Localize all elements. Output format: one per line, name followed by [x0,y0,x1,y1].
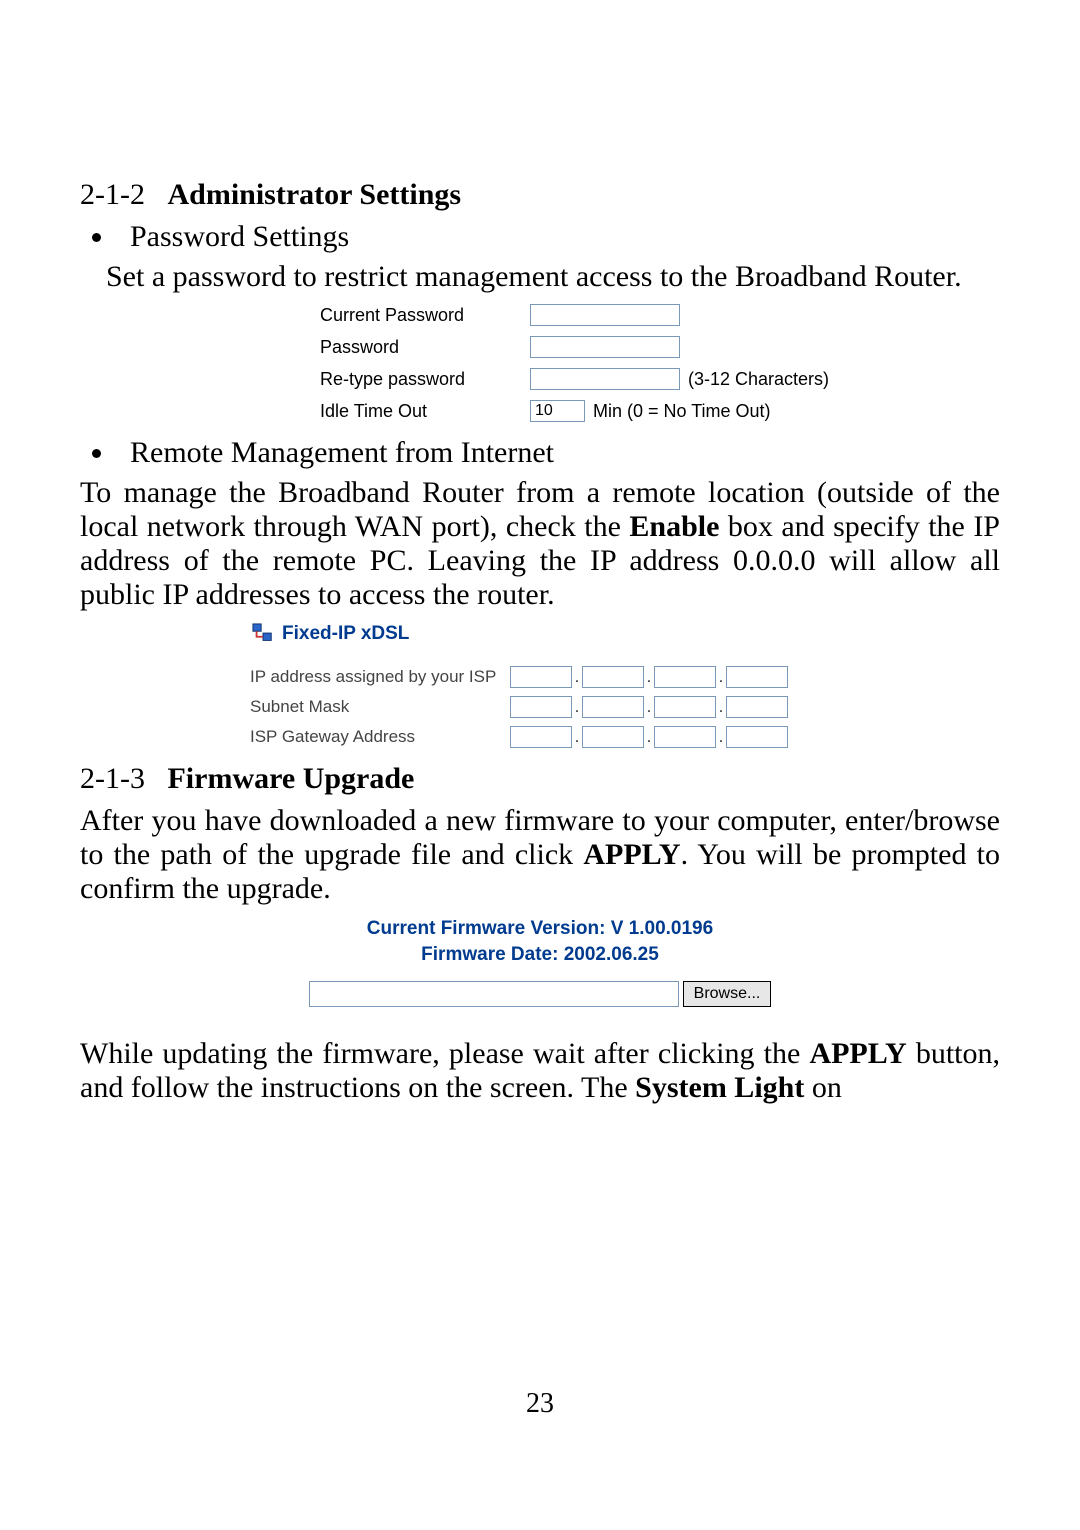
page: 2-1-2 Administrator Settings Password Se… [0,0,1080,1105]
retype-password-input[interactable] [530,368,680,390]
section-heading-firmware: 2-1-3 Firmware Upgrade [80,762,1000,796]
screenshot-password-settings: Current Password Password Re-type passwo… [320,304,920,422]
bullet-list: Password Settings [80,220,1000,254]
subnet-mask-input[interactable]: ... [510,696,788,718]
bullet-password-settings: Password Settings [116,220,1000,254]
paragraph: Set a password to restrict management ac… [106,260,1000,294]
page-number: 23 [0,1388,1080,1420]
label-idle-timeout: Idle Time Out [320,401,530,422]
label-current-password: Current Password [320,305,530,326]
section-title: Firmware Upgrade [167,762,414,795]
ip-assigned-input[interactable]: ... [510,666,788,688]
paragraph: After you have downloaded a new firmware… [80,804,1000,906]
idle-timeout-hint: Min (0 = No Time Out) [593,401,771,422]
section-title: Administrator Settings [167,178,461,211]
firmware-version: Current Firmware Version: V 1.00.0196 [260,916,820,942]
firmware-path-input[interactable] [309,981,679,1007]
label-retype-password: Re-type password [320,369,530,390]
password-input[interactable] [530,336,680,358]
browse-button[interactable]: Browse... [683,981,772,1007]
paragraph: While updating the firmware, please wait… [80,1037,1000,1105]
screenshot-firmware-upgrade: Current Firmware Version: V 1.00.0196 Fi… [260,916,820,1007]
current-password-input[interactable] [530,304,680,326]
section-heading-admin: 2-1-2 Administrator Settings [80,178,1000,212]
paragraph: To manage the Broadband Router from a re… [80,476,1000,612]
xdsl-title: Fixed-IP xDSL [282,623,409,645]
bullet-remote-management: Remote Management from Internet [116,436,1000,470]
bullet-list: Remote Management from Internet [80,436,1000,470]
section-number: 2-1-2 [80,178,145,211]
screenshot-fixed-ip-xdsl: Fixed-IP xDSL IP address assigned by you… [250,622,890,748]
network-icon [250,622,276,646]
retype-password-hint: (3-12 Characters) [688,369,829,390]
label-ip-assigned: IP address assigned by your ISP [250,667,510,687]
section-number: 2-1-3 [80,762,145,795]
isp-gateway-input[interactable]: ... [510,726,788,748]
firmware-date: Firmware Date: 2002.06.25 [260,942,820,968]
idle-timeout-input[interactable]: 10 [530,400,585,422]
label-subnet-mask: Subnet Mask [250,697,510,717]
label-isp-gateway: ISP Gateway Address [250,727,510,747]
label-password: Password [320,337,530,358]
